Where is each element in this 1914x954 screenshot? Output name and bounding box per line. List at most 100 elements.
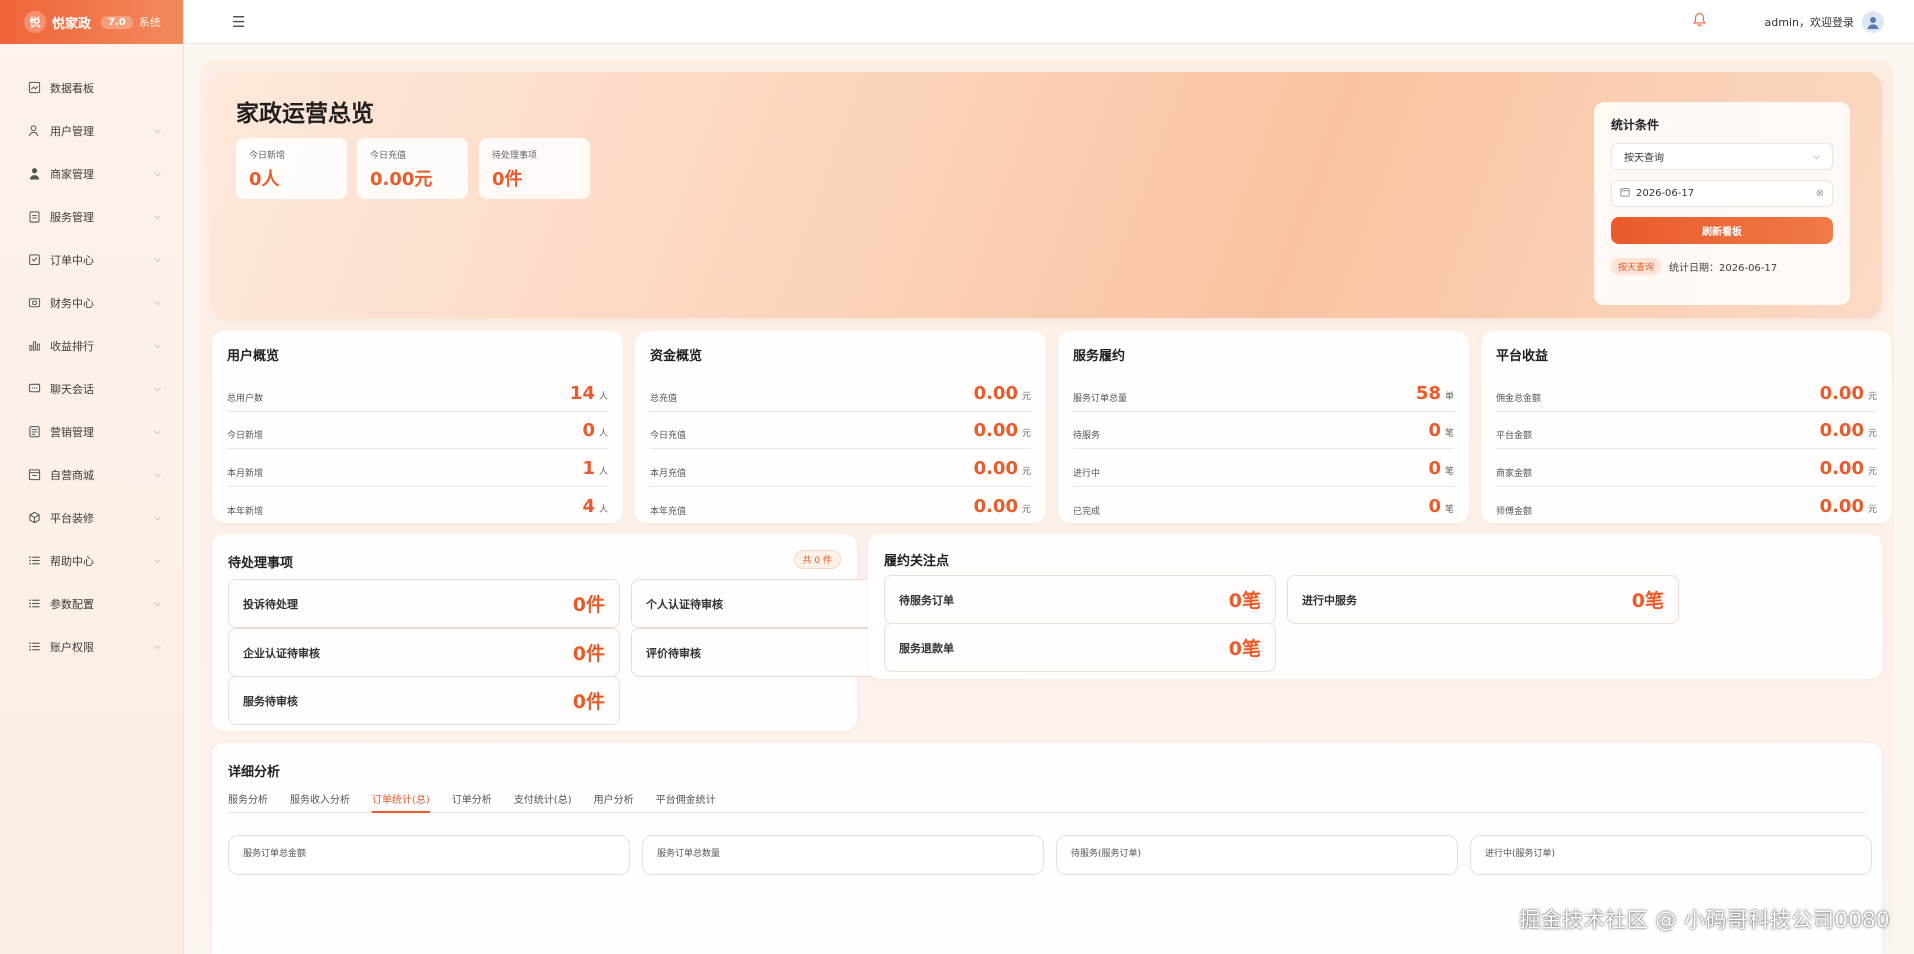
sidebar-item-13[interactable]: 账户权限 ⌵	[0, 625, 183, 668]
list-icon	[28, 554, 41, 567]
chevron-down-icon: ⌵	[154, 125, 161, 136]
metric-unit: 人	[598, 429, 608, 439]
bell-icon[interactable]	[1692, 12, 1707, 31]
brand[interactable]: 悦 悦家政 7.0 系统	[0, 0, 183, 44]
tab-6[interactable]: 平台佣金统计	[656, 791, 716, 812]
calendar-icon	[1620, 187, 1630, 200]
metric-unit: 元	[1867, 391, 1877, 402]
sidebar-item-label: 聊天会话	[50, 382, 94, 396]
sidebar-item-label: 营销管理	[50, 425, 94, 439]
metric-unit: 元	[1021, 429, 1031, 439]
sidebar-item-label: 财务中心	[50, 296, 94, 310]
detail-tabs: 服务分析 服务收入分析 订单统计(总) 订单分析 支付统计(总) 用户分析 平台佣金统计	[228, 791, 1866, 813]
metric-label: 待服务	[1073, 431, 1101, 441]
date-value: 2026-06-17	[1636, 188, 1695, 199]
sidebar-item-2[interactable]: 商家管理 ⌵	[0, 152, 183, 195]
chevron-down-icon: ⌵	[154, 297, 161, 308]
item-value: 0笔	[1631, 590, 1664, 612]
chevron-down-icon: ⌵	[1813, 151, 1820, 162]
refresh-button[interactable]: 刷新看板	[1611, 217, 1833, 244]
stat-card-pending: 待处理事项 0件	[479, 138, 590, 199]
focus-item-in-progress[interactable]: 进行中服务 0笔	[1287, 575, 1679, 624]
metric-row: 本月充值 0.00 元	[650, 449, 1031, 487]
metric-label: 今日充值	[650, 431, 687, 441]
sidebar-item-6[interactable]: 收益排行 ⌵	[0, 324, 183, 367]
sidebar-item-12[interactable]: 参数配置 ⌵	[0, 582, 183, 625]
item-label: 服务待审核	[243, 694, 298, 708]
metric-unit: 人	[598, 391, 608, 402]
detail-metric-card: 服务订单总金额	[228, 835, 630, 875]
item-label: 投诉待处理	[243, 597, 298, 611]
card-title: 服务履约	[1073, 349, 1126, 364]
tab-1[interactable]: 服务收入分析	[290, 791, 350, 812]
cube-icon	[28, 511, 41, 524]
metric-unit: 元	[1021, 391, 1031, 402]
user-overview-card: 用户概览 总用户数 14 人今日新增 0 人本月新增 1 人本年新增 4 人	[212, 331, 623, 523]
item-value: 0件	[572, 691, 605, 713]
sidebar-item-11[interactable]: 帮助中心 ⌵	[0, 539, 183, 582]
menu-toggle-icon[interactable]: ☰	[232, 13, 245, 31]
merchant-icon	[28, 167, 41, 180]
metric-row: 待服务 0 笔	[1073, 412, 1454, 449]
date-picker[interactable]: 2026-06-17 ⊗	[1611, 180, 1833, 207]
metric-label: 本年新增	[227, 507, 264, 517]
metric-label: 进行中	[1073, 468, 1101, 479]
metric-label: 今日新增	[227, 431, 264, 441]
metric-value: 0	[582, 420, 595, 441]
metric-value: 0.00	[1819, 382, 1864, 404]
sidebar-item-0[interactable]: 数据看板	[0, 66, 183, 109]
stat-value: 0.00元	[370, 169, 433, 190]
chevron-down-icon: ⌵	[154, 512, 161, 523]
sidebar-item-label: 平台装修	[50, 511, 94, 525]
pending-item-complaint[interactable]: 投诉待处理 0件	[228, 579, 620, 628]
tab-0[interactable]: 服务分析	[228, 791, 268, 812]
sidebar-item-10[interactable]: 平台装修 ⌵	[0, 496, 183, 539]
focus-item-pending-order[interactable]: 待服务订单 0笔	[884, 575, 1276, 624]
pending-item-company-auth[interactable]: 企业认证待审核 0件	[228, 628, 620, 677]
focus-item-refund[interactable]: 服务退款单 0笔	[884, 623, 1276, 672]
tab-2[interactable]: 订单统计(总)	[372, 791, 430, 813]
metric-value: 0	[1428, 457, 1441, 479]
avatar[interactable]	[1862, 10, 1884, 33]
platform-revenue-card: 平台收益 佣金总金额 0.00 元平台金额 0.00 元商家金额 0.00 元师傅金额 0.00…	[1481, 331, 1892, 523]
sidebar-item-4[interactable]: 订单中心 ⌵	[0, 238, 183, 281]
hero-banner: 家政运营总览 今日新增 0人 今日充值 0.00元 待处理事项 0件 统计条件 …	[212, 72, 1882, 318]
fund-overview-card: 资金概览 总充值 0.00 元今日充值 0.00 元本月充值 0.00 元本年充值 0.00 元	[635, 331, 1046, 523]
filter-panel: 统计条件 按天查询 ⌵ 2026-06-17 ⊗ 刷新看板 按天查询 统计日期：…	[1594, 102, 1850, 305]
metric-value: 0.00	[1819, 420, 1864, 441]
pending-item-service-review[interactable]: 服务待审核 0件	[228, 676, 620, 725]
tab-4[interactable]: 支付统计(总)	[514, 791, 572, 812]
store-icon	[28, 468, 41, 481]
metric-value: 0	[1428, 496, 1441, 517]
tab-5[interactable]: 用户分析	[594, 791, 634, 812]
filter-title: 统计条件	[1611, 118, 1660, 132]
sidebar-item-8[interactable]: 营销管理 ⌵	[0, 410, 183, 453]
sidebar-item-7[interactable]: 聊天会话 ⌵	[0, 367, 183, 410]
metric-label: 平台金额	[1496, 431, 1533, 441]
card-title: 资金概览	[650, 349, 703, 364]
list-icon	[28, 640, 41, 653]
chevron-down-icon: ⌵	[154, 383, 161, 394]
sidebar-item-5[interactable]: 财务中心 ⌵	[0, 281, 183, 324]
metric-value: 0.00	[1819, 496, 1864, 517]
user-icon	[28, 124, 41, 137]
wallet-icon	[28, 296, 41, 309]
sidebar-item-label: 用户管理	[50, 124, 94, 138]
metric-unit: 元	[1867, 505, 1877, 515]
detail-metric-card: 服务订单总数量	[642, 835, 1044, 875]
tab-3[interactable]: 订单分析	[452, 791, 492, 812]
query-mode-select[interactable]: 按天查询 ⌵	[1611, 143, 1833, 170]
user-menu[interactable]: admin，欢迎登录	[1754, 6, 1890, 37]
clear-icon[interactable]: ⊗	[1816, 188, 1824, 199]
sidebar-item-3[interactable]: 服务管理 ⌵	[0, 195, 183, 238]
metric-row: 今日新增 0 人	[227, 412, 608, 449]
order-icon	[28, 253, 41, 266]
stat-label: 待处理事项	[492, 151, 538, 161]
brand-logo: 悦	[24, 11, 46, 33]
chevron-down-icon: ⌵	[154, 426, 161, 437]
sidebar-item-1[interactable]: 用户管理 ⌵	[0, 109, 183, 152]
sidebar-item-9[interactable]: 自营商城 ⌵	[0, 453, 183, 496]
focus-title: 履约关注点	[884, 554, 950, 569]
chevron-down-icon: ⌵	[154, 641, 161, 652]
dashboard-icon	[28, 81, 41, 94]
